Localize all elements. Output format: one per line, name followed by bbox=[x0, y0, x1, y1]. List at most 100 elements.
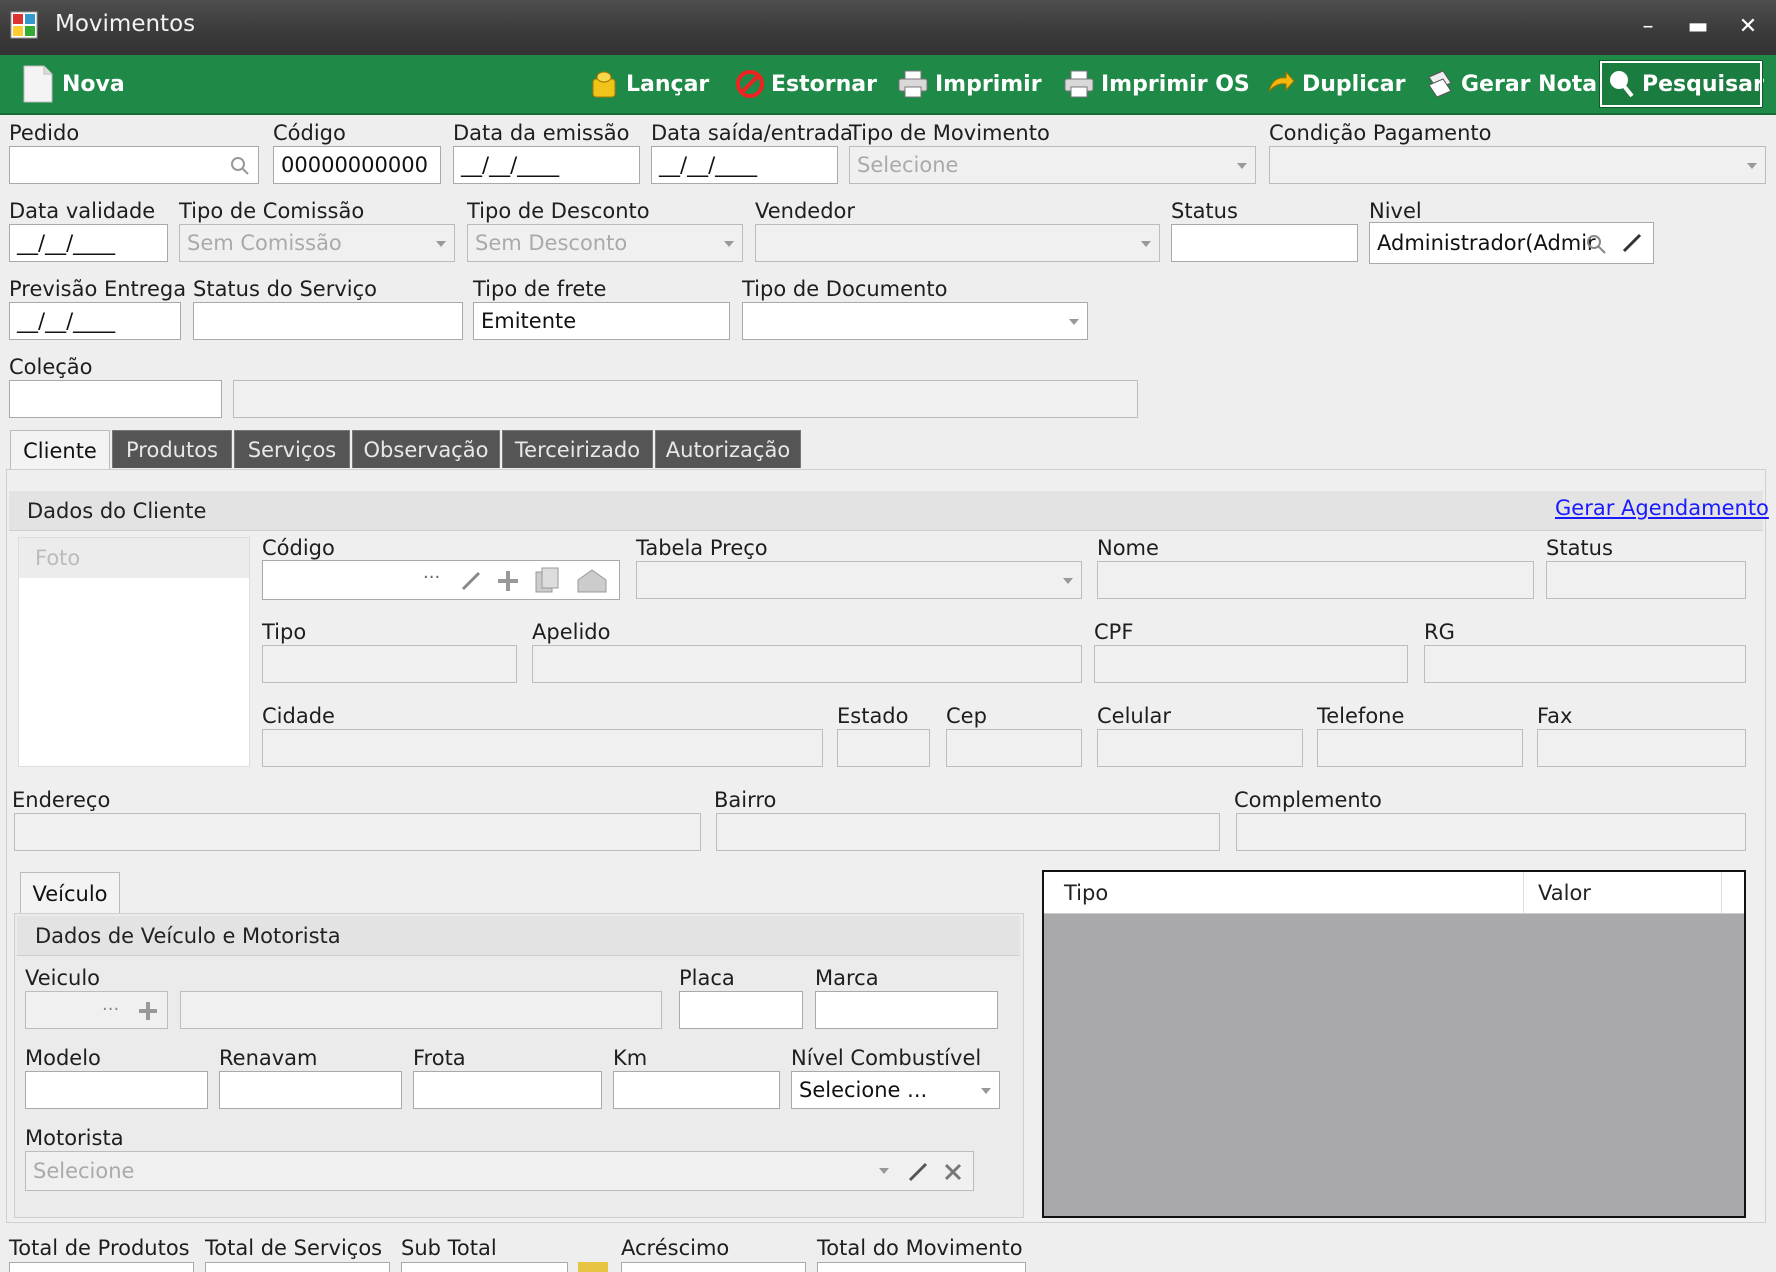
pedido-input[interactable] bbox=[9, 146, 259, 184]
maximize-button[interactable]: ▬ bbox=[1678, 8, 1718, 46]
plus-icon[interactable] bbox=[138, 1001, 158, 1021]
tab-terceirizado[interactable]: Terceirizado bbox=[502, 430, 653, 468]
gerar-nota-button[interactable]: Gerar Nota bbox=[1425, 61, 1597, 107]
colecao-description-input[interactable] bbox=[233, 380, 1138, 418]
duplicar-button[interactable]: Duplicar bbox=[1266, 61, 1406, 107]
estado-label: Estado bbox=[837, 704, 909, 728]
cidade-input[interactable] bbox=[262, 729, 823, 767]
edit-icon[interactable] bbox=[1621, 232, 1643, 254]
total-servicos-input[interactable] bbox=[205, 1262, 390, 1272]
tipo-desconto-select[interactable]: Sem Desconto bbox=[467, 224, 743, 262]
tab-autorizacao[interactable]: Autorização bbox=[655, 430, 801, 468]
celular-input[interactable] bbox=[1097, 729, 1303, 767]
document-stack-icon[interactable] bbox=[533, 566, 563, 594]
window-title: Movimentos bbox=[55, 11, 196, 37]
new-document-icon bbox=[23, 65, 53, 103]
previsao-entrega-input[interactable]: __/__/____ bbox=[9, 302, 181, 340]
tipo-comissao-select[interactable]: Sem Comissão bbox=[179, 224, 455, 262]
close-button[interactable]: ✕ bbox=[1728, 8, 1768, 46]
km-input[interactable] bbox=[613, 1071, 780, 1109]
envelope-icon[interactable] bbox=[576, 568, 608, 594]
ellipsis-icon[interactable]: ··· bbox=[423, 567, 440, 588]
estado-input[interactable] bbox=[837, 729, 930, 767]
grid-column-tipo[interactable]: Tipo bbox=[1064, 872, 1524, 913]
tab-produtos[interactable]: Produtos bbox=[112, 430, 232, 468]
gerar-agendamento-link[interactable]: Gerar Agendamento bbox=[1555, 496, 1769, 520]
colecao-code-input[interactable] bbox=[9, 380, 222, 418]
motorista-select[interactable]: Selecione bbox=[25, 1151, 974, 1191]
modelo-input[interactable] bbox=[25, 1071, 208, 1109]
search-icon[interactable] bbox=[230, 156, 250, 176]
tab-cliente[interactable]: Cliente bbox=[10, 430, 110, 470]
motorista-value: Selecione bbox=[33, 1159, 135, 1183]
cliente-status-input[interactable] bbox=[1546, 561, 1746, 599]
minimize-button[interactable]: – bbox=[1628, 8, 1668, 46]
cancel-icon bbox=[736, 70, 764, 98]
data-emissao-input[interactable]: __/__/____ bbox=[453, 146, 640, 184]
frota-input[interactable] bbox=[413, 1071, 602, 1109]
tipo-desconto-value: Sem Desconto bbox=[475, 231, 628, 255]
rg-input[interactable] bbox=[1424, 645, 1746, 683]
data-saida-input[interactable]: __/__/____ bbox=[651, 146, 838, 184]
nivel-input[interactable]: Administrador(Admir bbox=[1369, 222, 1654, 264]
tab-servicos[interactable]: Serviços bbox=[234, 430, 350, 468]
condicao-pagamento-select[interactable] bbox=[1269, 146, 1766, 184]
tipo-frete-input[interactable]: Emitente bbox=[473, 302, 730, 340]
photo-box[interactable]: Foto bbox=[18, 537, 250, 767]
nova-button[interactable]: Nova bbox=[20, 61, 125, 107]
status-servico-input[interactable] bbox=[193, 302, 463, 340]
data-validade-input[interactable]: __/__/____ bbox=[9, 224, 168, 262]
dropdown-arrow-icon bbox=[1069, 319, 1079, 325]
cep-input[interactable] bbox=[946, 729, 1082, 767]
fax-input[interactable] bbox=[1537, 729, 1746, 767]
search-icon[interactable] bbox=[1585, 233, 1607, 255]
complemento-input[interactable] bbox=[1236, 813, 1746, 851]
edit-icon[interactable] bbox=[461, 571, 481, 591]
tipo-documento-select[interactable] bbox=[742, 302, 1088, 340]
vendedor-select[interactable] bbox=[755, 224, 1160, 262]
apelido-input[interactable] bbox=[532, 645, 1082, 683]
plus-icon[interactable] bbox=[497, 570, 519, 592]
tabela-preco-select[interactable] bbox=[636, 561, 1082, 599]
imprimir-button[interactable]: Imprimir bbox=[897, 61, 1042, 107]
marca-input[interactable] bbox=[815, 991, 998, 1029]
edit-icon[interactable] bbox=[907, 1161, 929, 1183]
rg-label: RG bbox=[1424, 620, 1455, 644]
dropdown-arrow-icon bbox=[981, 1088, 991, 1094]
clear-icon[interactable] bbox=[943, 1162, 963, 1182]
cliente-codigo-input[interactable]: ··· bbox=[262, 560, 620, 600]
nivel-combustivel-label: Nível Combustível bbox=[791, 1046, 982, 1070]
tipo-valor-grid[interactable]: Tipo Valor bbox=[1042, 870, 1746, 1218]
veiculo-description-input[interactable] bbox=[180, 991, 662, 1029]
renavam-input[interactable] bbox=[219, 1071, 402, 1109]
total-movimento-input[interactable] bbox=[817, 1262, 1026, 1272]
bairro-input[interactable] bbox=[716, 813, 1220, 851]
discount-icon[interactable] bbox=[578, 1262, 608, 1272]
celular-label: Celular bbox=[1097, 704, 1172, 728]
veiculo-code-input[interactable]: ··· bbox=[25, 991, 168, 1029]
codigo-input[interactable]: 00000000000 bbox=[273, 146, 441, 184]
placa-input[interactable] bbox=[679, 991, 803, 1029]
pesquisar-button[interactable]: Pesquisar bbox=[1599, 60, 1764, 108]
colecao-label: Coleção bbox=[9, 355, 93, 379]
acrescimo-input[interactable] bbox=[621, 1262, 806, 1272]
nome-input[interactable] bbox=[1097, 561, 1534, 599]
ellipsis-icon[interactable]: ··· bbox=[102, 999, 119, 1020]
endereco-input[interactable] bbox=[14, 813, 701, 851]
total-produtos-input[interactable] bbox=[9, 1262, 194, 1272]
nivel-combustivel-select[interactable]: Selecione ... bbox=[791, 1071, 1000, 1109]
tipo-movimento-select[interactable]: Selecione bbox=[849, 146, 1256, 184]
cpf-input[interactable] bbox=[1094, 645, 1408, 683]
tipo-input[interactable] bbox=[262, 645, 517, 683]
telefone-input[interactable] bbox=[1317, 729, 1523, 767]
estornar-button[interactable]: Estornar bbox=[735, 61, 877, 107]
toolbar: Nova Lançar Estornar Imprimir Imprimir O… bbox=[0, 55, 1776, 115]
tab-observacao[interactable]: Observação bbox=[352, 430, 500, 468]
tab-veiculo[interactable]: Veículo bbox=[20, 872, 120, 914]
lancar-button[interactable]: Lançar bbox=[590, 61, 709, 107]
status-input[interactable] bbox=[1171, 224, 1358, 262]
sub-total-input[interactable] bbox=[401, 1262, 568, 1272]
app-icon bbox=[10, 11, 38, 39]
imprimir-os-button[interactable]: Imprimir OS bbox=[1063, 61, 1250, 107]
grid-column-valor[interactable]: Valor bbox=[1524, 872, 1722, 913]
